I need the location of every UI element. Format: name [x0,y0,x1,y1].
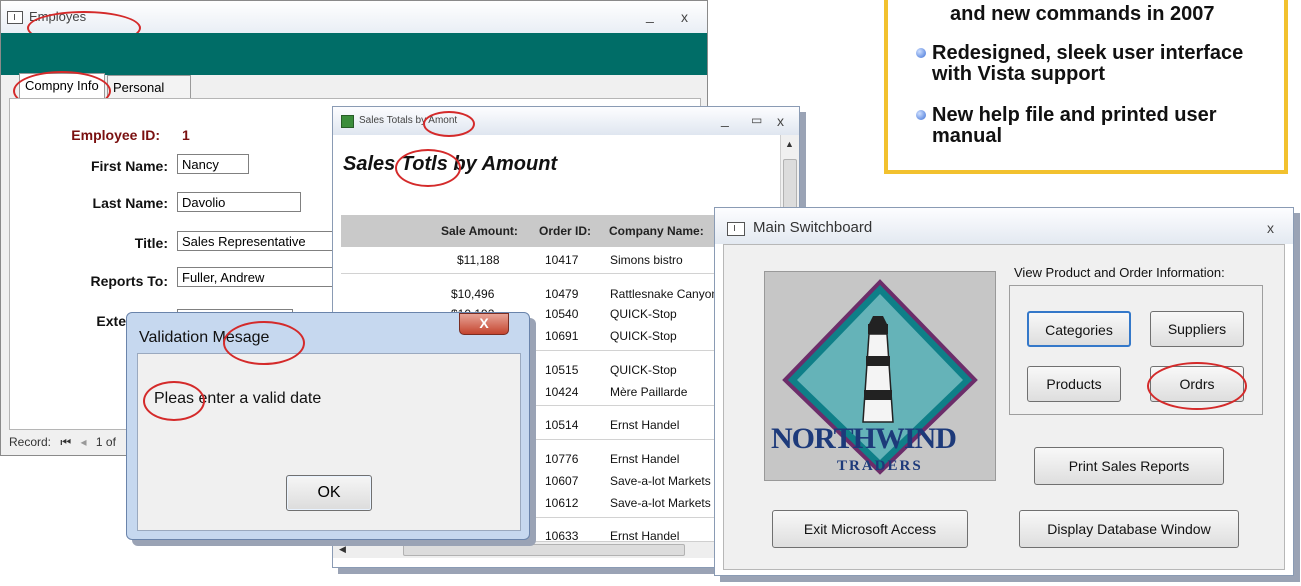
northwind-logo: NORTHWIND TRADERS [764,271,996,481]
window-title: Sales Totals by Amont [359,115,458,126]
feature-bullet: Redesigned, sleek user interface with Vi… [916,43,1262,85]
form-header-band [1,33,707,75]
logo-wordmark: NORTHWIND [771,422,957,455]
company-name-cell: QUICK-Stop [610,329,677,343]
first-name-label: First Name: [90,158,168,174]
reports-to-field[interactable]: Fuller, Andrew [177,267,347,287]
order-id-cell: 10607 [545,474,579,488]
report-heading: Sales Totls by Amount [343,153,558,175]
feature-bullet: New help file and printed user manual [916,105,1262,147]
window-title: Employes [29,9,87,24]
ok-button[interactable]: OK [286,475,372,511]
last-name-field[interactable]: Davolio [177,192,301,212]
order-id-cell: 10417 [545,253,579,267]
feature-callout-box: and new commands in 2007 Redesigned, sle… [884,0,1288,174]
record-label: Record: [9,435,52,449]
minimize-button[interactable]: _ [646,7,654,23]
logo-subtitle: TRADERS [837,458,923,474]
main-switchboard-window: Main Switchboard x NORTHWIND TRADERS Vie… [714,207,1294,576]
validation-message: Pleas enter a valid date [154,390,322,407]
form-icon [727,222,745,236]
company-name-cell: Simons bistro [610,253,683,267]
employee-id-value: 1 [182,127,190,143]
window-title: Main Switchboard [753,219,873,236]
close-button[interactable]: X [459,313,509,335]
switchboard-titlebar[interactable]: Main Switchboard x [715,208,1293,244]
order-id-cell: 10515 [545,363,579,377]
bullet-dot-icon [916,48,926,58]
scroll-left-icon[interactable]: ◀ [339,544,346,555]
record-number[interactable]: 1 of [96,435,116,449]
minimize-button[interactable]: _ [721,111,729,127]
company-name-cell: Rattlesnake Canyon [610,287,719,301]
company-name-cell: Ernst Handel [610,418,680,432]
display-database-window-button[interactable]: Display Database Window [1019,510,1239,548]
dialog-body: Pleas enter a valid date OK [137,353,521,531]
sales-titlebar[interactable]: Sales Totals by Amont _ ▭ x [333,107,799,135]
column-header-sale-amount: Sale Amount: [441,224,518,238]
company-name-cell: Save-a-lot Markets [610,474,711,488]
feature-bullet: and new commands in 2007 [950,3,1215,25]
close-button[interactable]: x [681,9,688,25]
order-id-cell: 10540 [545,307,579,321]
reports-to-label: Reports To: [90,273,168,289]
print-sales-reports-button[interactable]: Print Sales Reports [1034,447,1224,485]
close-button[interactable]: x [1267,220,1274,236]
scrollbar-thumb[interactable] [403,544,685,556]
first-record-icon[interactable]: ⏮ [60,435,71,449]
order-id-cell: 10514 [545,418,579,432]
report-icon [341,115,354,128]
categories-button[interactable]: Categories [1027,311,1131,347]
previous-record-icon[interactable]: ◂ [81,435,87,449]
company-name-cell: Save-a-lot Markets [610,496,711,510]
suppliers-button[interactable]: Suppliers [1150,311,1244,347]
bullet-dot-icon [916,110,926,120]
tab-company-info[interactable]: Compny Info [19,73,105,100]
exit-access-button[interactable]: Exit Microsoft Access [772,510,968,548]
validation-dialog: Validation Mesage X Pleas enter a valid … [126,312,530,540]
close-button[interactable]: x [777,113,784,129]
switchboard-body: NORTHWIND TRADERS View Product and Order… [723,244,1285,570]
order-id-cell: 10479 [545,287,579,301]
first-name-field[interactable]: Nancy [177,154,249,174]
last-name-label: Last Name: [92,195,168,211]
employee-id-label: Employee ID: [71,127,160,143]
order-id-cell: 10612 [545,496,579,510]
title-label: Title: [134,235,168,251]
order-id-cell: 10691 [545,329,579,343]
column-header-order-id: Order ID: [539,224,592,238]
sale-amount-cell: $11,188 [457,253,500,267]
scroll-up-icon[interactable]: ▲ [785,139,794,149]
company-name-cell: QUICK-Stop [610,363,677,377]
products-button[interactable]: Products [1027,366,1121,402]
company-name-cell: Ernst Handel [610,452,680,466]
title-field[interactable]: Sales Representative [177,231,347,251]
order-id-cell: 10424 [545,385,579,399]
form-icon [7,11,23,24]
company-name-cell: QUICK-Stop [610,307,677,321]
sale-amount-cell: $10,496 [451,287,495,301]
order-id-cell: 10776 [545,452,579,466]
employees-titlebar[interactable]: Employes _ x [1,1,707,33]
tab-personal-info[interactable]: Personal Info [107,75,191,119]
maximize-button[interactable]: ▭ [751,113,762,127]
group-label: View Product and Order Information: [1014,265,1225,280]
orders-button[interactable]: Ordrs [1150,366,1244,402]
company-name-cell: Mère Paillarde [610,385,688,399]
dialog-title: Validation Mesage [139,329,270,346]
column-header-company-name: Company Name: [609,224,704,238]
